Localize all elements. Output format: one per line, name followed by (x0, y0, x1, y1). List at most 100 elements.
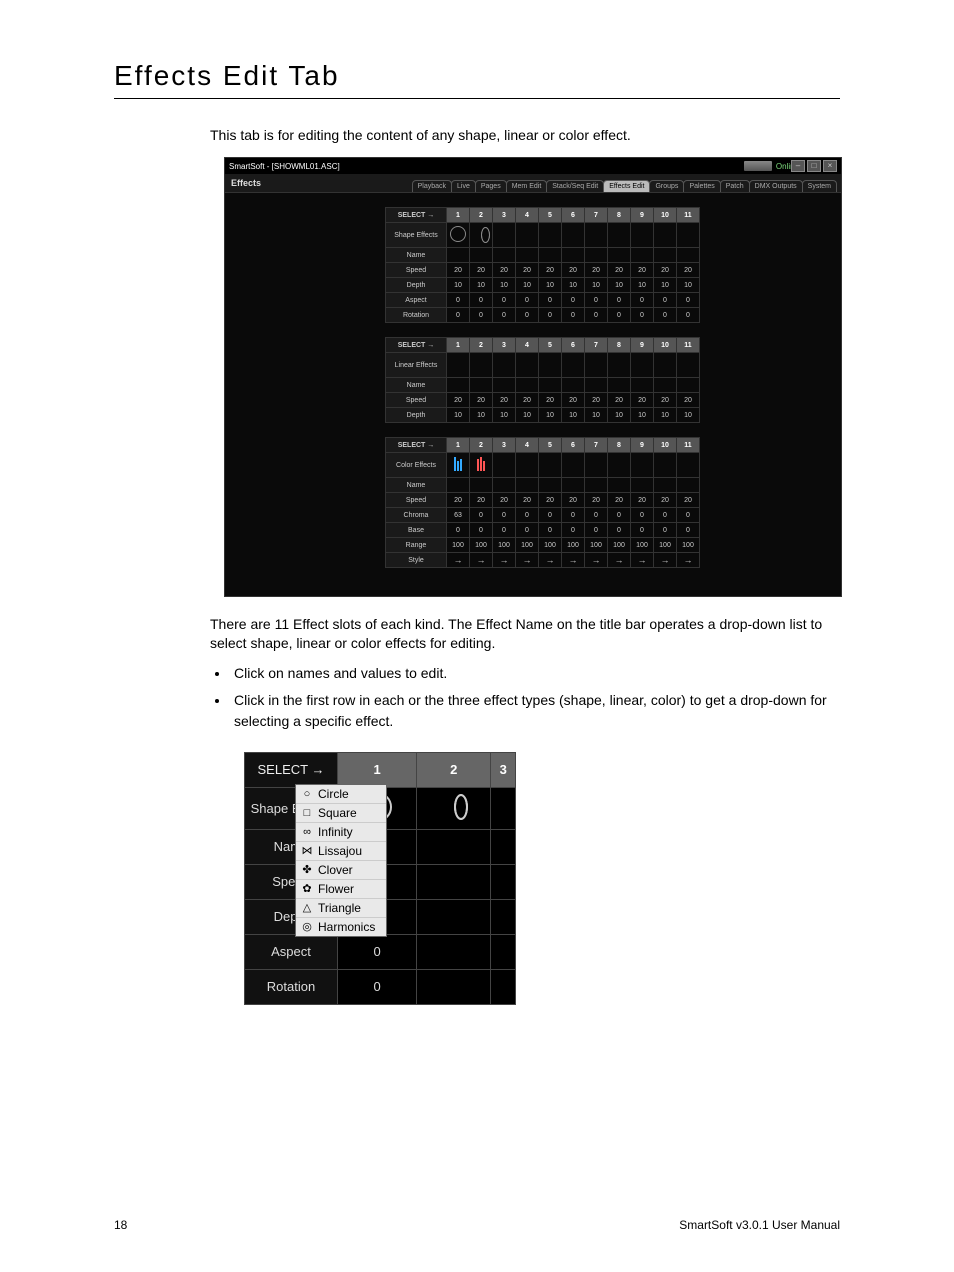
param-value[interactable]: 20 (654, 393, 677, 408)
param-value[interactable] (631, 478, 654, 493)
dropdown-item-lissajou[interactable]: ⋈Lissajou (296, 842, 386, 861)
param-value[interactable]: 10 (631, 278, 654, 293)
param-value[interactable]: 20 (493, 263, 516, 278)
effect-slot[interactable] (447, 353, 470, 378)
effect-slot[interactable] (677, 353, 700, 378)
tab-stack-seq-edit[interactable]: Stack/Seq Edit (546, 180, 604, 192)
param-value[interactable]: 0 (516, 523, 539, 538)
col-header[interactable]: 4 (516, 337, 539, 353)
param-value[interactable]: 20 (608, 393, 631, 408)
param-value[interactable]: 0 (585, 508, 608, 523)
param-value[interactable]: 0 (631, 308, 654, 323)
param-value[interactable] (516, 378, 539, 393)
param-value[interactable]: 10 (516, 278, 539, 293)
param-value[interactable]: 20 (677, 393, 700, 408)
col-2[interactable]: 2 (417, 752, 491, 787)
param-value[interactable]: 10 (631, 408, 654, 423)
param-value[interactable]: 100 (562, 538, 585, 553)
param-value[interactable] (539, 378, 562, 393)
param-value[interactable] (654, 478, 677, 493)
dropdown-item-infinity[interactable]: ∞Infinity (296, 823, 386, 842)
param-value[interactable] (585, 478, 608, 493)
param-value[interactable] (417, 829, 491, 864)
param-value[interactable]: → (447, 553, 470, 568)
param-value[interactable] (631, 378, 654, 393)
param-value[interactable]: 20 (585, 393, 608, 408)
effect-slot[interactable] (608, 223, 631, 248)
param-value[interactable]: 63 (447, 508, 470, 523)
tab-live[interactable]: Live (451, 180, 476, 192)
param-value[interactable]: 0 (493, 523, 516, 538)
param-value[interactable]: 10 (677, 408, 700, 423)
col-header[interactable]: 9 (631, 207, 654, 223)
col-header[interactable]: 6 (562, 337, 585, 353)
param-value[interactable]: 0 (677, 293, 700, 308)
param-value[interactable]: → (608, 553, 631, 568)
param-value[interactable]: 0 (470, 308, 493, 323)
effect-slot[interactable] (447, 453, 470, 478)
dropdown-item-circle[interactable]: ○Circle (296, 785, 386, 804)
param-value[interactable]: 20 (516, 263, 539, 278)
col-header[interactable]: 3 (493, 207, 516, 223)
param-value[interactable] (493, 378, 516, 393)
param-value[interactable]: → (654, 553, 677, 568)
param-value[interactable] (539, 248, 562, 263)
param-value[interactable]: 20 (608, 263, 631, 278)
col-header[interactable]: 11 (677, 437, 700, 453)
param-value[interactable]: 0 (539, 523, 562, 538)
param-value[interactable]: 10 (608, 278, 631, 293)
select-label[interactable]: SELECT → (385, 337, 447, 353)
dropdown-item-square[interactable]: □Square (296, 804, 386, 823)
param-value[interactable]: 0 (470, 508, 493, 523)
param-value[interactable]: 0 (631, 508, 654, 523)
col-header[interactable]: 10 (654, 337, 677, 353)
param-value[interactable]: 20 (539, 493, 562, 508)
param-value[interactable]: 0 (608, 523, 631, 538)
param-value[interactable]: 0 (677, 308, 700, 323)
effect-slot[interactable] (608, 353, 631, 378)
param-value[interactable]: 20 (677, 493, 700, 508)
param-value[interactable]: 20 (493, 493, 516, 508)
param-value[interactable]: 10 (608, 408, 631, 423)
param-value[interactable] (677, 378, 700, 393)
effect-slot[interactable] (677, 223, 700, 248)
param-value[interactable]: 0 (608, 308, 631, 323)
effect-slot[interactable] (493, 223, 516, 248)
param-value[interactable]: 100 (677, 538, 700, 553)
effect-slot[interactable] (539, 353, 562, 378)
param-value[interactable] (608, 248, 631, 263)
col-header[interactable]: 3 (493, 437, 516, 453)
param-value[interactable]: 20 (631, 493, 654, 508)
param-value[interactable]: 10 (654, 408, 677, 423)
param-value[interactable] (491, 829, 516, 864)
effect-slot[interactable] (562, 453, 585, 478)
col-header[interactable]: 10 (654, 437, 677, 453)
tab-effects-edit[interactable]: Effects Edit (603, 180, 650, 192)
col-header[interactable]: 2 (470, 437, 493, 453)
param-value[interactable] (493, 478, 516, 493)
param-value[interactable]: 20 (516, 493, 539, 508)
effect-slot[interactable] (470, 453, 493, 478)
col-header[interactable]: 3 (493, 337, 516, 353)
col-header[interactable]: 4 (516, 437, 539, 453)
tab-patch[interactable]: Patch (720, 180, 750, 192)
col-header[interactable]: 9 (631, 437, 654, 453)
effect-slot[interactable] (677, 453, 700, 478)
param-value[interactable]: 10 (585, 278, 608, 293)
tab-pages[interactable]: Pages (475, 180, 507, 192)
param-value[interactable] (654, 378, 677, 393)
col-header[interactable]: 11 (677, 207, 700, 223)
param-value[interactable]: 20 (585, 263, 608, 278)
param-value[interactable]: 100 (470, 538, 493, 553)
col-header[interactable]: 6 (562, 437, 585, 453)
param-value[interactable]: 20 (470, 263, 493, 278)
param-value[interactable]: 0 (631, 523, 654, 538)
param-value[interactable]: 0 (539, 508, 562, 523)
effect-slot[interactable] (493, 453, 516, 478)
param-value[interactable]: 20 (608, 493, 631, 508)
param-value[interactable]: 20 (539, 393, 562, 408)
param-value[interactable]: 20 (516, 393, 539, 408)
tab-groups[interactable]: Groups (649, 180, 684, 192)
effect-slot[interactable] (608, 453, 631, 478)
param-value[interactable]: 0 (493, 308, 516, 323)
